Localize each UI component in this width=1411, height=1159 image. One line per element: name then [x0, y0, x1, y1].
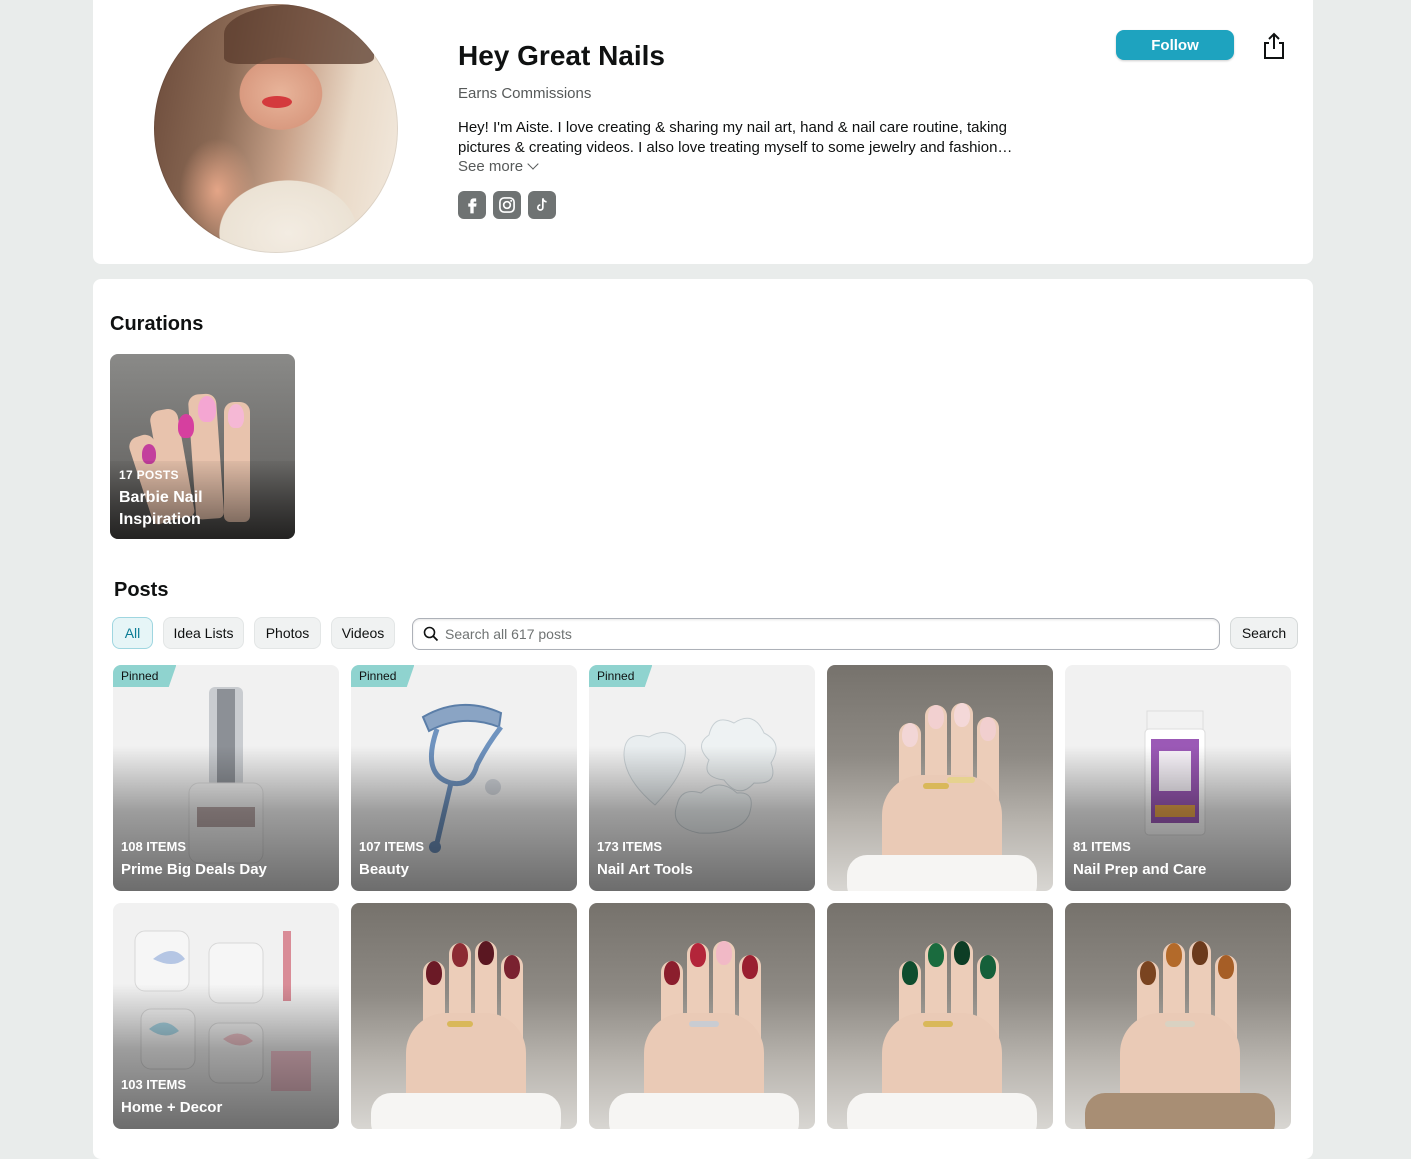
see-more-link[interactable]: See more	[458, 158, 539, 175]
post-tile[interactable]: 81 ITEMS Nail Prep and Care	[1065, 665, 1291, 891]
post-title: Nail Prep and Care	[1073, 861, 1207, 878]
earns-commissions-label: Earns Commissions	[458, 85, 592, 102]
post-tile[interactable]: Pinned 108 ITEMS Prime Big Deals Day	[113, 665, 339, 891]
post-tile[interactable]	[1065, 903, 1291, 1129]
facebook-icon[interactable]	[458, 191, 486, 219]
filter-idea-lists[interactable]: Idea Lists	[163, 617, 244, 649]
post-item-count: 107 ITEMS	[359, 839, 425, 854]
curation-title: Barbie Nail Inspiration	[119, 489, 203, 528]
post-tile[interactable]	[589, 903, 815, 1129]
post-title: Nail Art Tools	[597, 861, 693, 878]
pinned-badge: Pinned	[589, 665, 653, 687]
post-tile[interactable]: 103 ITEMS Home + Decor	[113, 903, 339, 1129]
profile-bio: Hey! I'm Aiste. I love creating & sharin…	[458, 119, 1013, 156]
post-item-count: 108 ITEMS	[121, 839, 187, 854]
search-input[interactable]	[439, 625, 1219, 643]
follow-button[interactable]: Follow	[1116, 30, 1234, 60]
chevron-down-icon	[527, 158, 539, 170]
pinned-badge: Pinned	[351, 665, 415, 687]
tiktok-icon[interactable]	[528, 191, 556, 219]
filter-photos[interactable]: Photos	[254, 617, 321, 649]
post-tile[interactable]: Pinned 107 ITEMS Beauty	[351, 665, 577, 891]
search-button[interactable]: Search	[1230, 617, 1298, 649]
post-item-count: 81 ITEMS	[1073, 839, 1131, 854]
filter-videos[interactable]: Videos	[331, 617, 395, 649]
curation-card[interactable]: 17 POSTS Barbie Nail Inspiration	[110, 354, 295, 539]
post-title: Prime Big Deals Day	[121, 861, 267, 878]
post-tile[interactable]	[827, 903, 1053, 1129]
pinned-badge: Pinned	[113, 665, 177, 687]
see-more-label: See more	[458, 158, 524, 175]
curation-count: 17 POSTS	[119, 468, 179, 482]
post-item-count: 173 ITEMS	[597, 839, 663, 854]
profile-name: Hey Great Nails	[458, 40, 665, 71]
post-tile[interactable]	[351, 903, 577, 1129]
share-icon[interactable]	[1262, 32, 1286, 60]
post-tile[interactable]	[827, 665, 1053, 891]
post-title: Home + Decor	[121, 1099, 223, 1116]
post-tile[interactable]: Pinned 173 ITEMS Nail Art Tools	[589, 665, 815, 891]
post-title: Beauty	[359, 861, 410, 878]
posts-title: Posts	[114, 579, 169, 601]
avatar	[154, 4, 398, 253]
instagram-icon[interactable]	[493, 191, 521, 219]
filter-all[interactable]: All	[112, 617, 153, 649]
post-item-count: 103 ITEMS	[121, 1077, 187, 1092]
curations-title: Curations	[110, 313, 204, 335]
search-box	[412, 618, 1220, 650]
search-icon	[423, 626, 439, 642]
